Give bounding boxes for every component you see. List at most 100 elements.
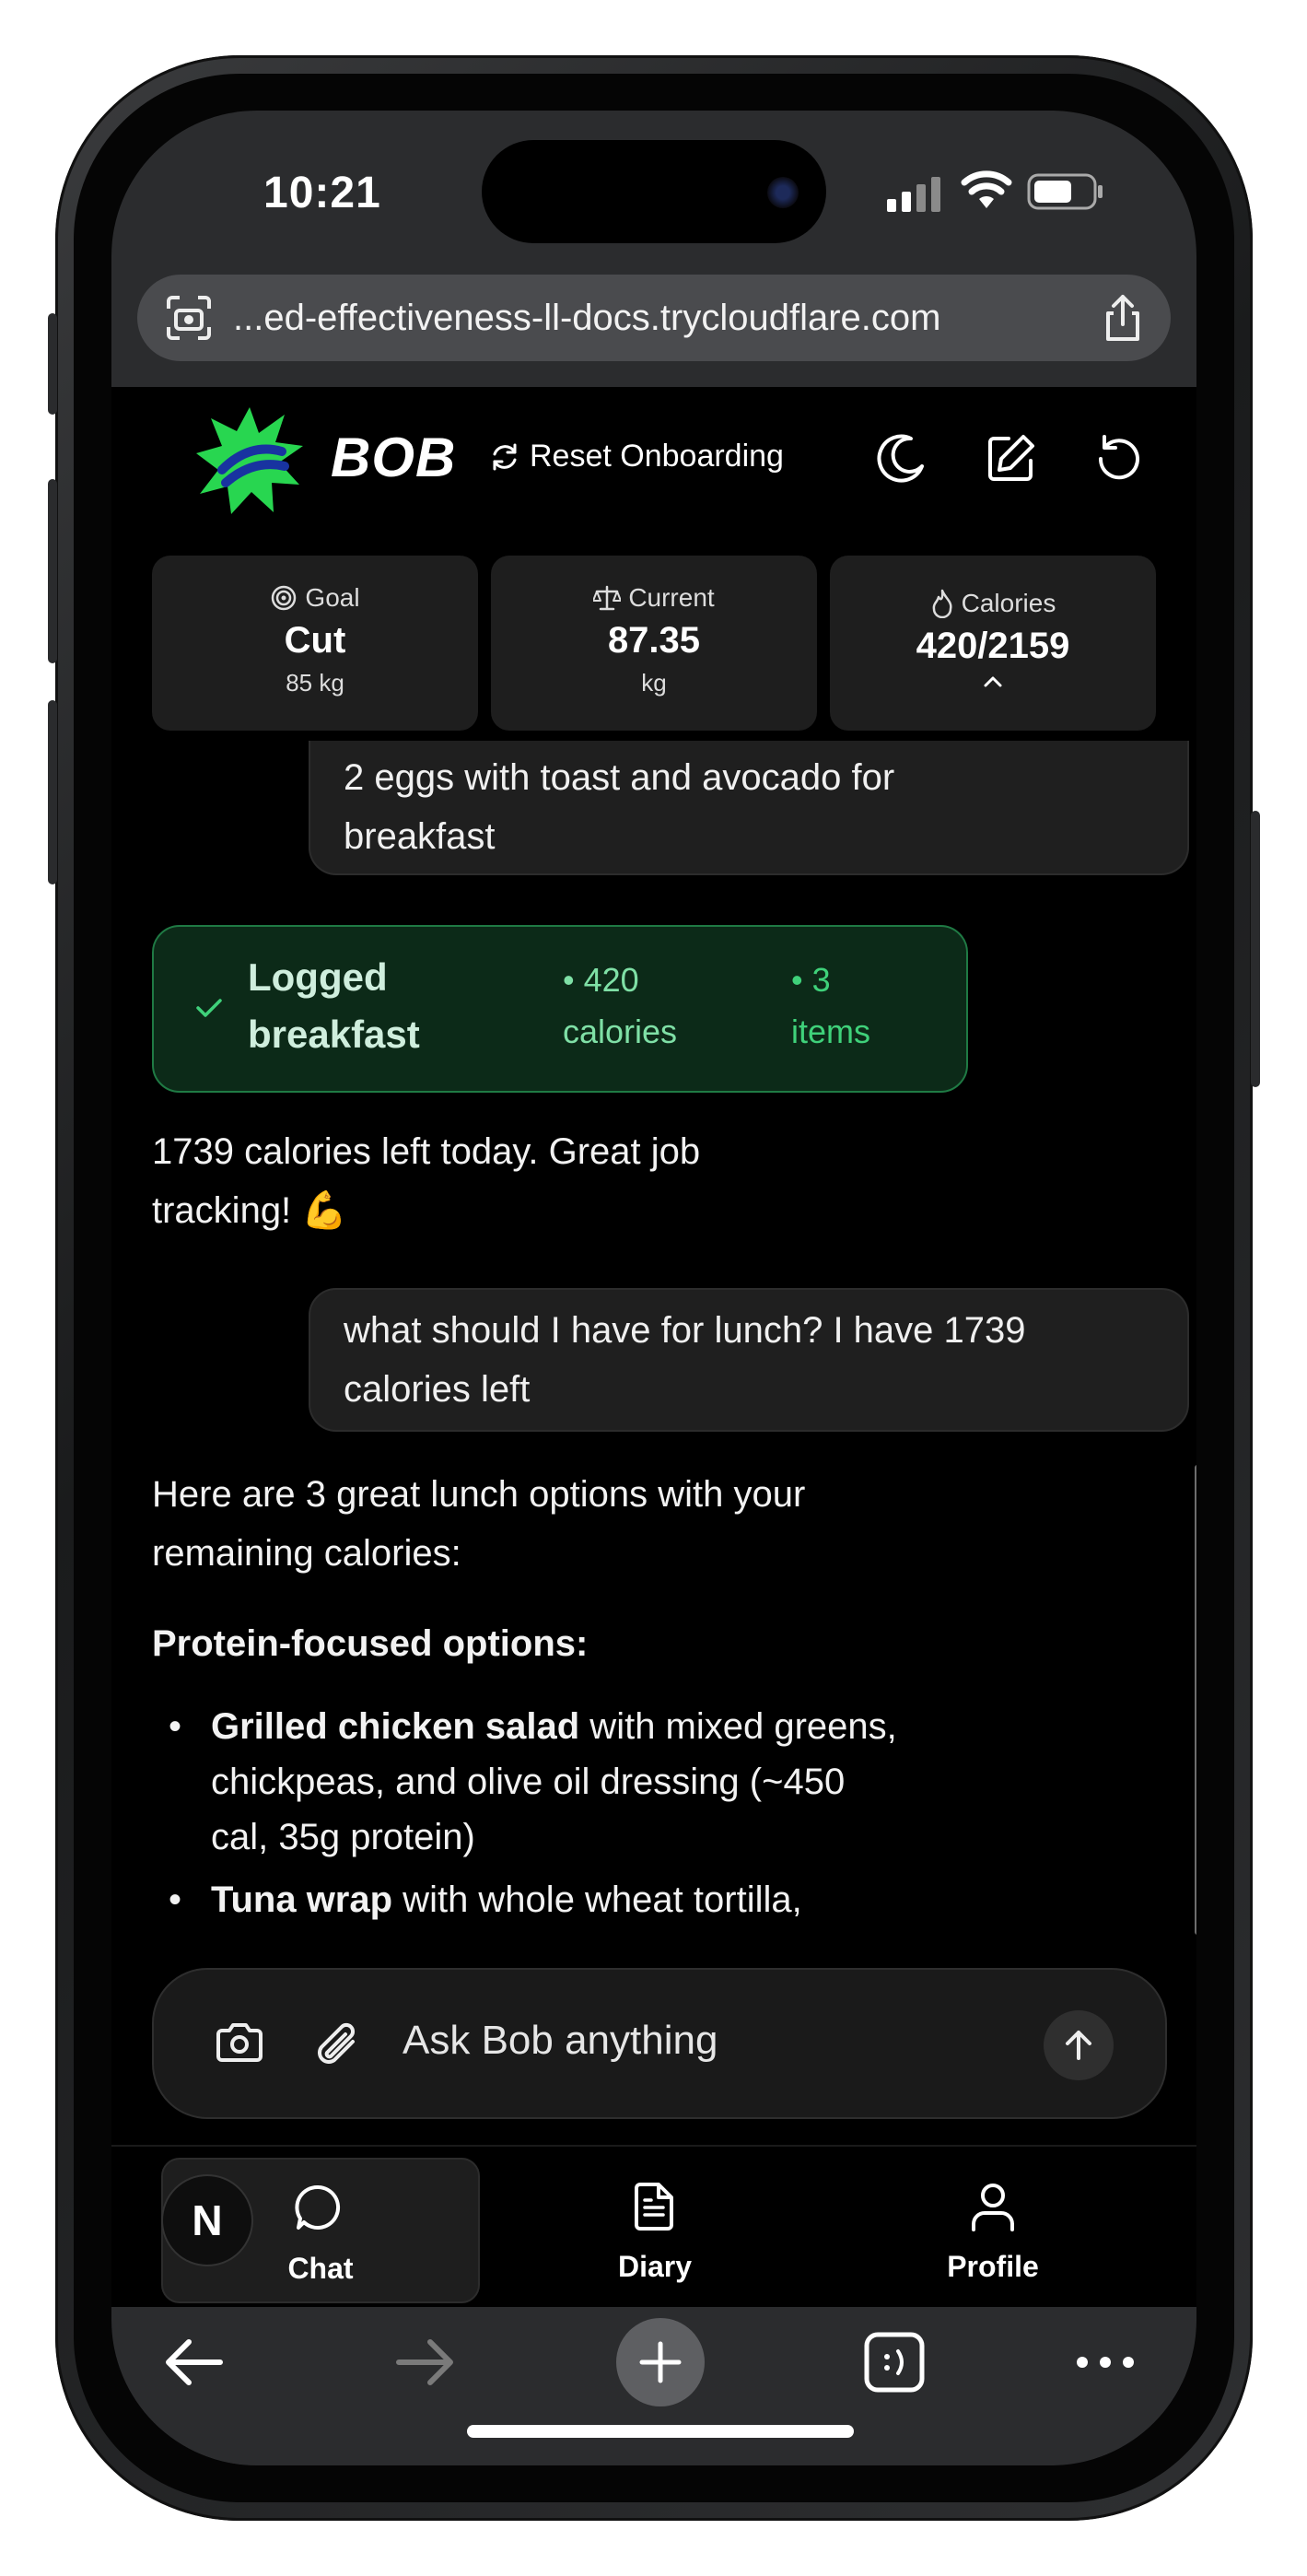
more-icon[interactable] [1075,2353,1136,2371]
list-item-title: Tuna wrap [211,1879,393,1920]
target-icon [272,585,297,611]
assistant-message-line: tracking! 💪 [152,1190,348,1231]
app-header: BOB Reset Onboarding [111,387,1196,525]
current-weight-card[interactable]: Current 87.35 kg [491,556,817,731]
signal-icon [887,177,940,212]
goal-label: Goal [305,583,360,612]
calories-label: Calories [961,589,1056,617]
user-message: what should I have for lunch? I have 173… [309,1288,1189,1432]
tab-profile-label: Profile [947,2250,1039,2283]
edit-icon[interactable] [983,431,1038,486]
assistant-message: 1739 calories left today. Great job trac… [152,1122,700,1240]
logged-items: • 3 items [791,954,870,1058]
flame-icon [932,589,952,618]
avatar[interactable]: N [161,2174,253,2266]
user-message-line: what should I have for lunch? I have 173… [344,1310,1026,1351]
bottom-tab-bar: Chat Diary Profile N [111,2145,1196,2309]
list-item: • Tuna wrap with whole wheat tortilla, [152,1872,1073,1927]
back-arrow-icon[interactable] [161,2335,226,2390]
goal-value: Cut [284,620,346,661]
scale-icon [593,585,622,611]
bob-logo-icon [196,407,303,514]
refresh-icon [493,443,517,470]
user-message-line: calories left [344,1369,531,1410]
user-message-line: breakfast [344,816,496,857]
brand-name: BOB [331,427,457,488]
url-text: ...ed-effectiveness-ll-docs.trycloudflar… [233,297,941,338]
goal-label-row: Goal [152,583,478,613]
goal-target: 85 kg [286,669,344,697]
bullet: • [169,1706,182,1747]
logged-title-line: Logged [248,955,388,999]
action-button [48,313,57,415]
calories-card[interactable]: Calories 420/2159 [830,556,1156,731]
user-message-line: 2 eggs with toast and avocado for [344,757,895,798]
calories-label-row: Calories [830,589,1156,618]
list-item-text: with whole wheat tortilla, [392,1879,802,1920]
document-icon [635,2183,673,2231]
chat-input-placeholder[interactable]: Ask Bob anything [403,2018,718,2064]
tab-diary[interactable]: Diary [526,2158,784,2300]
reset-onboarding-button[interactable]: Reset Onboarding [489,439,784,474]
logged-calories-line: calories [563,1013,678,1050]
logged-calories-line: • 420 [563,961,639,999]
volume-down-button [48,700,57,884]
status-bar: 10:21 ...ed-effectiveness-ll-docs.tryclo… [111,111,1196,387]
tabs-icon[interactable] [863,2331,926,2394]
browser-toolbar [111,2307,1196,2465]
tab-diary-label: Diary [617,2250,693,2283]
volume-up-button [48,479,57,663]
logged-items-line: items [791,1013,871,1050]
home-indicator[interactable] [467,2425,854,2438]
chat-scrollbar[interactable] [1195,1465,1196,1935]
bullet: • [169,1879,182,1920]
share-icon[interactable] [1101,293,1145,345]
forward-arrow-icon[interactable] [393,2335,458,2390]
paperclip-icon[interactable] [312,2018,362,2069]
moon-icon[interactable] [874,431,929,486]
list-item-title: Grilled chicken salad [211,1706,580,1747]
logged-title-line: breakfast [248,1013,420,1056]
user-message: 2 eggs with toast and avocado for breakf… [309,741,1189,875]
battery-icon [1027,173,1103,210]
reset-onboarding-label: Reset Onboarding [530,439,784,474]
logged-title: Logged breakfast [248,949,420,1063]
list-item-text: cal, 35g protein) [211,1817,475,1857]
list-item-text: chickpeas, and olive oil dressing (~450 [211,1762,846,1802]
power-button [1251,811,1260,1087]
assistant-message-line: remaining calories: [152,1533,461,1574]
user-icon [972,2184,1014,2231]
camera-icon[interactable] [215,2021,264,2064]
section-heading: Protein-focused options: [152,1623,589,1664]
plus-icon [639,2341,682,2383]
url-bar[interactable]: ...ed-effectiveness-ll-docs.trycloudflar… [137,275,1171,361]
reload-icon[interactable] [1091,431,1147,486]
logged-meal-card: Logged breakfast • 420 calories • 3 item… [152,925,968,1093]
send-button[interactable] [1044,2010,1114,2080]
list-item-text: with mixed greens, [579,1706,897,1747]
chevron-up-icon[interactable] [982,674,1004,689]
assistant-message: Here are 3 great lunch options with your… [152,1465,1073,1927]
wifi-icon [961,170,1012,208]
calories-value: 420/2159 [916,626,1070,666]
current-value: 87.35 [607,620,701,661]
tab-profile[interactable]: Profile [859,2158,1126,2300]
goal-card[interactable]: Goal Cut 85 kg [152,556,478,731]
check-icon [196,999,222,1017]
current-label-row: Current [491,583,817,613]
screen: 10:21 ...ed-effectiveness-ll-docs.tryclo… [111,111,1196,2465]
list-item: • Grilled chicken salad with mixed green… [152,1699,1073,1865]
screen-capture-icon[interactable] [163,292,215,344]
dynamic-island [482,140,826,243]
current-label: Current [628,583,715,612]
chat-input-box[interactable]: Ask Bob anything [152,1968,1167,2119]
arrow-up-icon [1066,2031,1091,2060]
chat-bubble-icon [295,2184,341,2230]
new-tab-button[interactable] [616,2318,705,2406]
assistant-message-line: 1739 calories left today. Great job [152,1131,701,1172]
logged-items-line: • 3 [791,961,831,999]
status-time: 10:21 [263,169,381,217]
logged-calories: • 420 calories [563,954,677,1058]
current-unit: kg [641,669,667,697]
assistant-message-line: Here are 3 great lunch options with your [152,1474,806,1515]
